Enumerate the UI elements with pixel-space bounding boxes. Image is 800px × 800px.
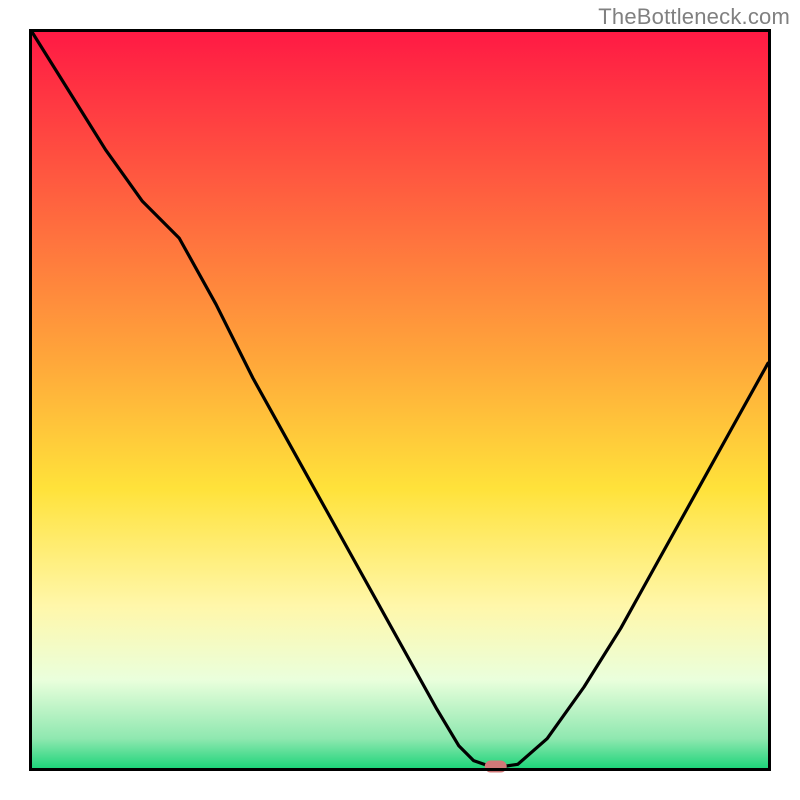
watermark-text: TheBottleneck.com — [598, 4, 790, 30]
bottleneck-chart: TheBottleneck.com — [0, 0, 800, 800]
plot-area — [31, 31, 770, 773]
chart-svg — [0, 0, 800, 800]
gradient-background — [32, 32, 768, 768]
